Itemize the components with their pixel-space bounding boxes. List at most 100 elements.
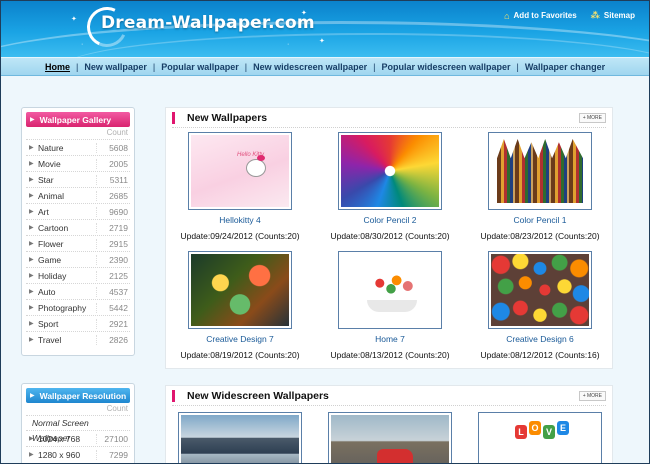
- category-link[interactable]: Cartoon: [38, 223, 96, 233]
- category-row[interactable]: ▶ Movie 2005: [26, 155, 130, 171]
- category-count: 9690: [96, 206, 130, 217]
- category-row[interactable]: ▶ Auto 4537: [26, 283, 130, 299]
- new-wallpapers-header: New Wallpapers + MORE: [172, 108, 606, 128]
- section-marker: [172, 111, 175, 124]
- home-icon: ⌂: [504, 10, 510, 21]
- category-link[interactable]: Holiday: [38, 271, 96, 281]
- wallpaper-title-link[interactable]: Creative Design 7: [166, 334, 314, 344]
- category-link[interactable]: Flower: [38, 239, 96, 249]
- more-button[interactable]: + MORE: [578, 390, 606, 401]
- category-row[interactable]: ▶ Art 9690: [26, 203, 130, 219]
- add-to-favorites-link[interactable]: ⌂ Add to Favorites: [504, 10, 577, 21]
- wallpaper-update-info: Update:08/12/2012 (Counts:16): [480, 350, 600, 360]
- color-pencil-image: [341, 135, 439, 207]
- nav-separator: |: [373, 61, 376, 72]
- caret-right-icon: ▶: [29, 257, 34, 263]
- nav-popular-wallpaper[interactable]: Popular wallpaper: [161, 62, 239, 72]
- category-link[interactable]: Photography: [38, 303, 96, 313]
- category-link[interactable]: Travel: [38, 335, 96, 345]
- wallpaper-update-info: Update:08/23/2012 (Counts:20): [480, 231, 600, 241]
- flowers-shape: [363, 272, 419, 300]
- nav-separator: |: [152, 61, 156, 72]
- wallpaper-gallery-title[interactable]: ▶ Wallpaper Gallery: [26, 112, 130, 127]
- category-link[interactable]: 1024 x 768: [38, 434, 96, 444]
- wallpaper-card: Creative Design 6 Update:08/12/2012 (Cou…: [466, 251, 614, 360]
- car-shape: [377, 449, 413, 463]
- category-row[interactable]: ▶ Star 5311: [26, 171, 130, 187]
- widescreen-thumbnail[interactable]: [178, 412, 302, 463]
- category-row[interactable]: ▶ Flower 2915: [26, 235, 130, 251]
- category-row[interactable]: ▶ Game 2390: [26, 251, 130, 267]
- love-letter: V: [543, 425, 555, 439]
- site-header: Dream-Wallpaper.com ✦ ✦ ✦ · · ⌂ Add to F…: [1, 1, 649, 57]
- nav-wallpaper-changer[interactable]: Wallpaper changer: [525, 62, 605, 72]
- widescreen-thumbnail[interactable]: L O V E: [478, 412, 602, 463]
- new-wallpapers-title: New Wallpapers: [187, 111, 268, 124]
- wallpaper-thumbnail[interactable]: [488, 132, 592, 210]
- category-row[interactable]: ▶ Cartoon 2719: [26, 219, 130, 235]
- more-button[interactable]: + MORE: [578, 112, 606, 123]
- wallpaper-resolution-title[interactable]: ▶ Wallpaper Resolution: [26, 388, 130, 403]
- caret-right-icon: ▶: [29, 225, 34, 231]
- category-link[interactable]: Sport: [38, 319, 96, 329]
- sparkle-icon: ·: [81, 41, 84, 48]
- wallpaper-title-link[interactable]: Creative Design 6: [466, 334, 614, 344]
- category-link[interactable]: Star: [38, 175, 96, 185]
- wallpaper-title-link[interactable]: Color Pencil 1: [466, 215, 614, 225]
- category-link[interactable]: Art: [38, 207, 96, 217]
- nav-new-widescreen-wallpaper[interactable]: New widescreen wallpaper: [253, 62, 367, 72]
- section-marker: [172, 389, 175, 402]
- new-widescreen-header: New Widescreen Wallpapers + MORE: [172, 386, 606, 406]
- wallpaper-thumbnail[interactable]: [188, 251, 292, 329]
- category-row[interactable]: ▶ Photography 5442: [26, 299, 130, 315]
- category-link[interactable]: Nature: [38, 143, 96, 153]
- nav-new-wallpaper[interactable]: New wallpaper: [84, 62, 147, 72]
- category-link[interactable]: Auto: [38, 287, 96, 297]
- sitemap-link[interactable]: ⁂ Sitemap: [591, 10, 635, 21]
- widescreen-thumbnail[interactable]: [328, 412, 452, 463]
- wallpaper-thumbnail[interactable]: [338, 251, 442, 329]
- wallpaper-title-link[interactable]: Home 7: [316, 334, 464, 344]
- love-letter: L: [515, 425, 527, 439]
- bowl-shape: [367, 300, 417, 312]
- category-link[interactable]: Movie: [38, 159, 96, 169]
- wallpaper-thumbnail[interactable]: Hello Kitty: [188, 132, 292, 210]
- nav-separator: |: [76, 61, 79, 72]
- wallpaper-title-link[interactable]: Hellokitty 4: [166, 215, 314, 225]
- category-row[interactable]: ▶ Travel 2826: [26, 331, 130, 347]
- category-row[interactable]: ▶ 1280 x 960 7299: [26, 446, 130, 462]
- category-link[interactable]: Animal: [38, 191, 96, 201]
- wallpaper-title-link[interactable]: Color Pencil 2: [316, 215, 464, 225]
- pencils-shape: [497, 139, 583, 203]
- color-pencil-image: [491, 135, 589, 207]
- category-row[interactable]: ▶ Nature 5608: [26, 139, 130, 155]
- count-header: Count: [106, 404, 128, 413]
- caret-right-icon: ▶: [29, 436, 34, 442]
- wallpaper-resolution-box: ▶ Wallpaper Resolution Count Normal Scre…: [21, 383, 135, 463]
- mountain-lake-image: [181, 415, 299, 463]
- site-logo[interactable]: Dream-Wallpaper.com: [101, 13, 315, 33]
- sparkle-icon: ✦: [301, 10, 307, 17]
- kitty-shape: [246, 159, 266, 177]
- hellokitty-image: Hello Kitty: [191, 135, 289, 207]
- category-count: 5608: [96, 142, 130, 153]
- new-widescreen-panel: New Widescreen Wallpapers + MORE L O V E: [165, 385, 613, 463]
- category-row[interactable]: ▶ Animal 2685: [26, 187, 130, 203]
- category-link[interactable]: 1280 x 960: [38, 450, 96, 460]
- wallpaper-card: Home 7 Update:08/13/2012 (Counts:20): [316, 251, 464, 360]
- nav-home[interactable]: Home: [45, 62, 70, 72]
- main-nav: Home | New wallpaper | Popular wallpaper…: [1, 57, 649, 76]
- category-count: 27100: [96, 433, 130, 444]
- category-row[interactable]: ▶ Holiday 2125: [26, 267, 130, 283]
- caret-right-icon: ▶: [29, 321, 34, 327]
- caret-right-icon: ▶: [29, 209, 34, 215]
- category-count: 2719: [96, 222, 130, 233]
- wallpaper-thumbnail[interactable]: [338, 132, 442, 210]
- category-row[interactable]: ▶ Sport 2921: [26, 315, 130, 331]
- nav-popular-widescreen-wallpaper[interactable]: Popular widescreen wallpaper: [382, 62, 511, 72]
- category-count: 7299: [96, 449, 130, 460]
- wallpaper-thumbnail[interactable]: [488, 251, 592, 329]
- caret-right-icon: ▶: [30, 393, 35, 399]
- wallpaper-update-info: Update:08/13/2012 (Counts:20): [330, 350, 450, 360]
- category-link[interactable]: Game: [38, 255, 96, 265]
